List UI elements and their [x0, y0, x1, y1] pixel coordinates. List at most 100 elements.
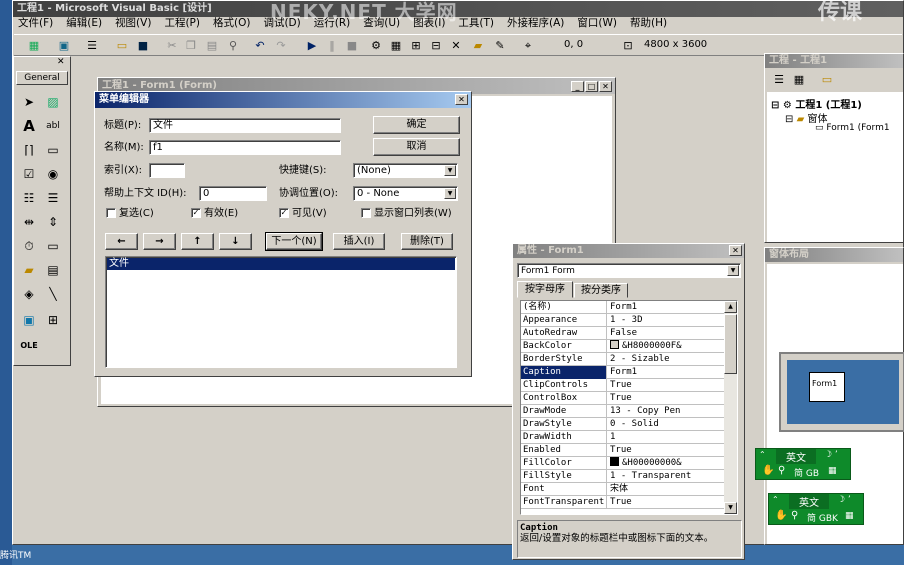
data-icon[interactable]: ⊞ [42, 309, 64, 331]
copy-icon[interactable]: ❐ [183, 38, 199, 54]
close-icon[interactable]: ✕ [599, 81, 612, 92]
cut-icon[interactable]: ✂ [164, 38, 180, 54]
property-row[interactable]: FontTransparent True [521, 496, 737, 509]
timer-icon[interactable]: ⏱ [18, 235, 40, 257]
name-input[interactable]: f1 [149, 140, 341, 155]
ime2-hand-icon[interactable]: ✋ [775, 510, 787, 521]
property-value[interactable]: False [607, 327, 717, 340]
windowlist-checkbox[interactable]: 显示窗口列表(W) [361, 207, 452, 220]
property-row[interactable]: (名称) Form1 [521, 301, 737, 314]
tab-alphabetic[interactable]: 按字母序 [517, 281, 573, 298]
menu-query[interactable]: 查询(U) [363, 13, 400, 33]
scroll-down-icon[interactable]: ▼ [724, 502, 737, 514]
ime1-keyboard-icon[interactable]: ▦ [828, 466, 837, 476]
image-icon[interactable]: ▣ [18, 309, 40, 331]
ime2-lang[interactable]: 英文 [789, 494, 829, 509]
property-value[interactable]: 0 - Solid [607, 418, 717, 431]
object-select[interactable]: Form1 Form ▼ [517, 263, 741, 278]
negotiate-dropdown-icon[interactable]: ▼ [444, 188, 456, 199]
form-layout-icon[interactable]: ⊞ [408, 38, 424, 54]
menu-debug[interactable]: 调试(D) [263, 13, 300, 33]
desktop-label[interactable]: 腾讯TM [0, 548, 31, 561]
line-icon[interactable]: ╲ [42, 283, 64, 305]
project-explorer-icon[interactable]: ⚙ [368, 38, 384, 54]
property-value[interactable]: 13 - Copy Pen [607, 405, 717, 418]
shortcut-dropdown-icon[interactable]: ▼ [444, 165, 456, 176]
next-button[interactable]: 下一个(N) [265, 232, 323, 251]
save-icon[interactable]: ■ [135, 38, 151, 54]
menu-editor-close-icon[interactable]: ✕ [455, 94, 468, 105]
delete-button[interactable]: 删除(T) [401, 233, 453, 250]
data-view-icon[interactable]: ▰ [470, 38, 486, 54]
ime-bar-2[interactable]: ⌃ 英文 ☽ ’ ✋ ⚲ 简 GBK ▦ [768, 493, 864, 525]
property-row[interactable]: Appearance 1 - 3D [521, 314, 737, 327]
enabled-box[interactable]: ✓ [191, 208, 201, 218]
property-row[interactable]: Enabled True [521, 444, 737, 457]
property-value[interactable]: Form1 [607, 301, 717, 314]
ime1-hand-icon[interactable]: ✋ [762, 465, 774, 476]
ime1-expand-icon[interactable]: ⌃ [759, 450, 766, 459]
minimize-icon[interactable]: _ [571, 81, 584, 92]
object-browser-icon[interactable]: ⊟ [428, 38, 444, 54]
filelistbox-icon[interactable]: ▤ [42, 259, 64, 281]
visible-checkbox[interactable]: ✓ 可见(V) [279, 207, 327, 220]
property-row[interactable]: ControlBox True [521, 392, 737, 405]
tree-item[interactable]: ▭ Form1 (Form1 [815, 123, 890, 133]
combobox-icon[interactable]: ☷ [18, 187, 40, 209]
toggle-folders-icon[interactable]: ▭ [819, 72, 835, 88]
property-row[interactable]: DrawWidth 1 [521, 431, 737, 444]
property-scrollbar[interactable]: ▲ ▼ [724, 301, 737, 514]
commandbutton-icon[interactable]: ▭ [42, 139, 64, 161]
ime2-search-icon[interactable]: ⚲ [791, 510, 798, 521]
caption-input[interactable]: 文件 [149, 118, 341, 133]
tree-root[interactable]: ⊟ ⚙ 工程1 (工程1) [771, 96, 862, 111]
property-row[interactable]: Font 宋体 [521, 483, 737, 496]
ok-button[interactable]: 确定 [373, 116, 460, 134]
property-value[interactable]: True [607, 444, 717, 457]
menu-editor-icon[interactable]: ☰ [84, 38, 100, 54]
ime1-moon-icon[interactable]: ☽ ’ [824, 450, 838, 460]
toolbox-icon[interactable]: ✕ [448, 38, 464, 54]
ole-icon[interactable]: OLE [18, 335, 40, 357]
menu-project[interactable]: 工程(P) [164, 13, 200, 33]
menu-addins[interactable]: 外接程序(A) [507, 13, 564, 33]
properties-close-icon[interactable]: ✕ [729, 245, 742, 256]
vscrollbar-icon[interactable]: ⇕ [42, 211, 64, 233]
start-icon[interactable]: ▶ [304, 38, 320, 54]
negotiate-select[interactable]: 0 - None ▼ [353, 186, 458, 201]
menu-run[interactable]: 运行(R) [314, 13, 351, 33]
property-value[interactable]: &H8000000F& [607, 340, 717, 353]
ime1-lang[interactable]: 英文 [776, 449, 816, 464]
scroll-up-icon[interactable]: ▲ [724, 301, 737, 313]
picturebox-icon[interactable]: ▨ [42, 91, 64, 113]
property-row[interactable]: FillColor &H00000000& [521, 457, 737, 470]
property-row[interactable]: DrawStyle 0 - Solid [521, 418, 737, 431]
toolbox-close-icon[interactable]: ✕ [57, 57, 65, 67]
drivelistbox-icon[interactable]: ▭ [42, 235, 64, 257]
add-project-icon[interactable]: ▦ [26, 38, 42, 54]
paste-icon[interactable]: ▤ [204, 38, 220, 54]
object-dropdown-icon[interactable]: ▼ [727, 265, 739, 276]
ime1-mode[interactable]: 简 GB [794, 466, 819, 479]
property-row[interactable]: DrawMode 13 - Copy Pen [521, 405, 737, 418]
property-row[interactable]: Caption Form1 [521, 366, 737, 379]
break-icon[interactable]: ‖ [324, 38, 340, 54]
insert-button[interactable]: 插入(I) [333, 233, 385, 250]
toolbox-tab-general[interactable]: General [16, 71, 68, 85]
visible-box[interactable]: ✓ [279, 208, 289, 218]
pointer-icon[interactable]: ➤ [18, 91, 40, 113]
tab-categorized[interactable]: 按分类序 [574, 283, 628, 298]
menu-edit[interactable]: 编辑(E) [66, 13, 102, 33]
undo-icon[interactable]: ↶ [252, 38, 268, 54]
shortcut-select[interactable]: (None) ▼ [353, 163, 458, 178]
property-value[interactable]: 宋体 [607, 483, 717, 496]
view-object-icon[interactable]: ▦ [791, 72, 807, 88]
view-code-icon[interactable]: ☰ [771, 72, 787, 88]
redo-icon[interactable]: ↷ [273, 38, 289, 54]
helpid-input[interactable]: 0 [199, 186, 267, 201]
windowlist-box[interactable] [361, 208, 371, 218]
property-value[interactable]: Form1 [607, 366, 717, 379]
maximize-icon[interactable]: □ [585, 81, 598, 92]
property-row[interactable]: ClipControls True [521, 379, 737, 392]
property-value[interactable]: True [607, 379, 717, 392]
